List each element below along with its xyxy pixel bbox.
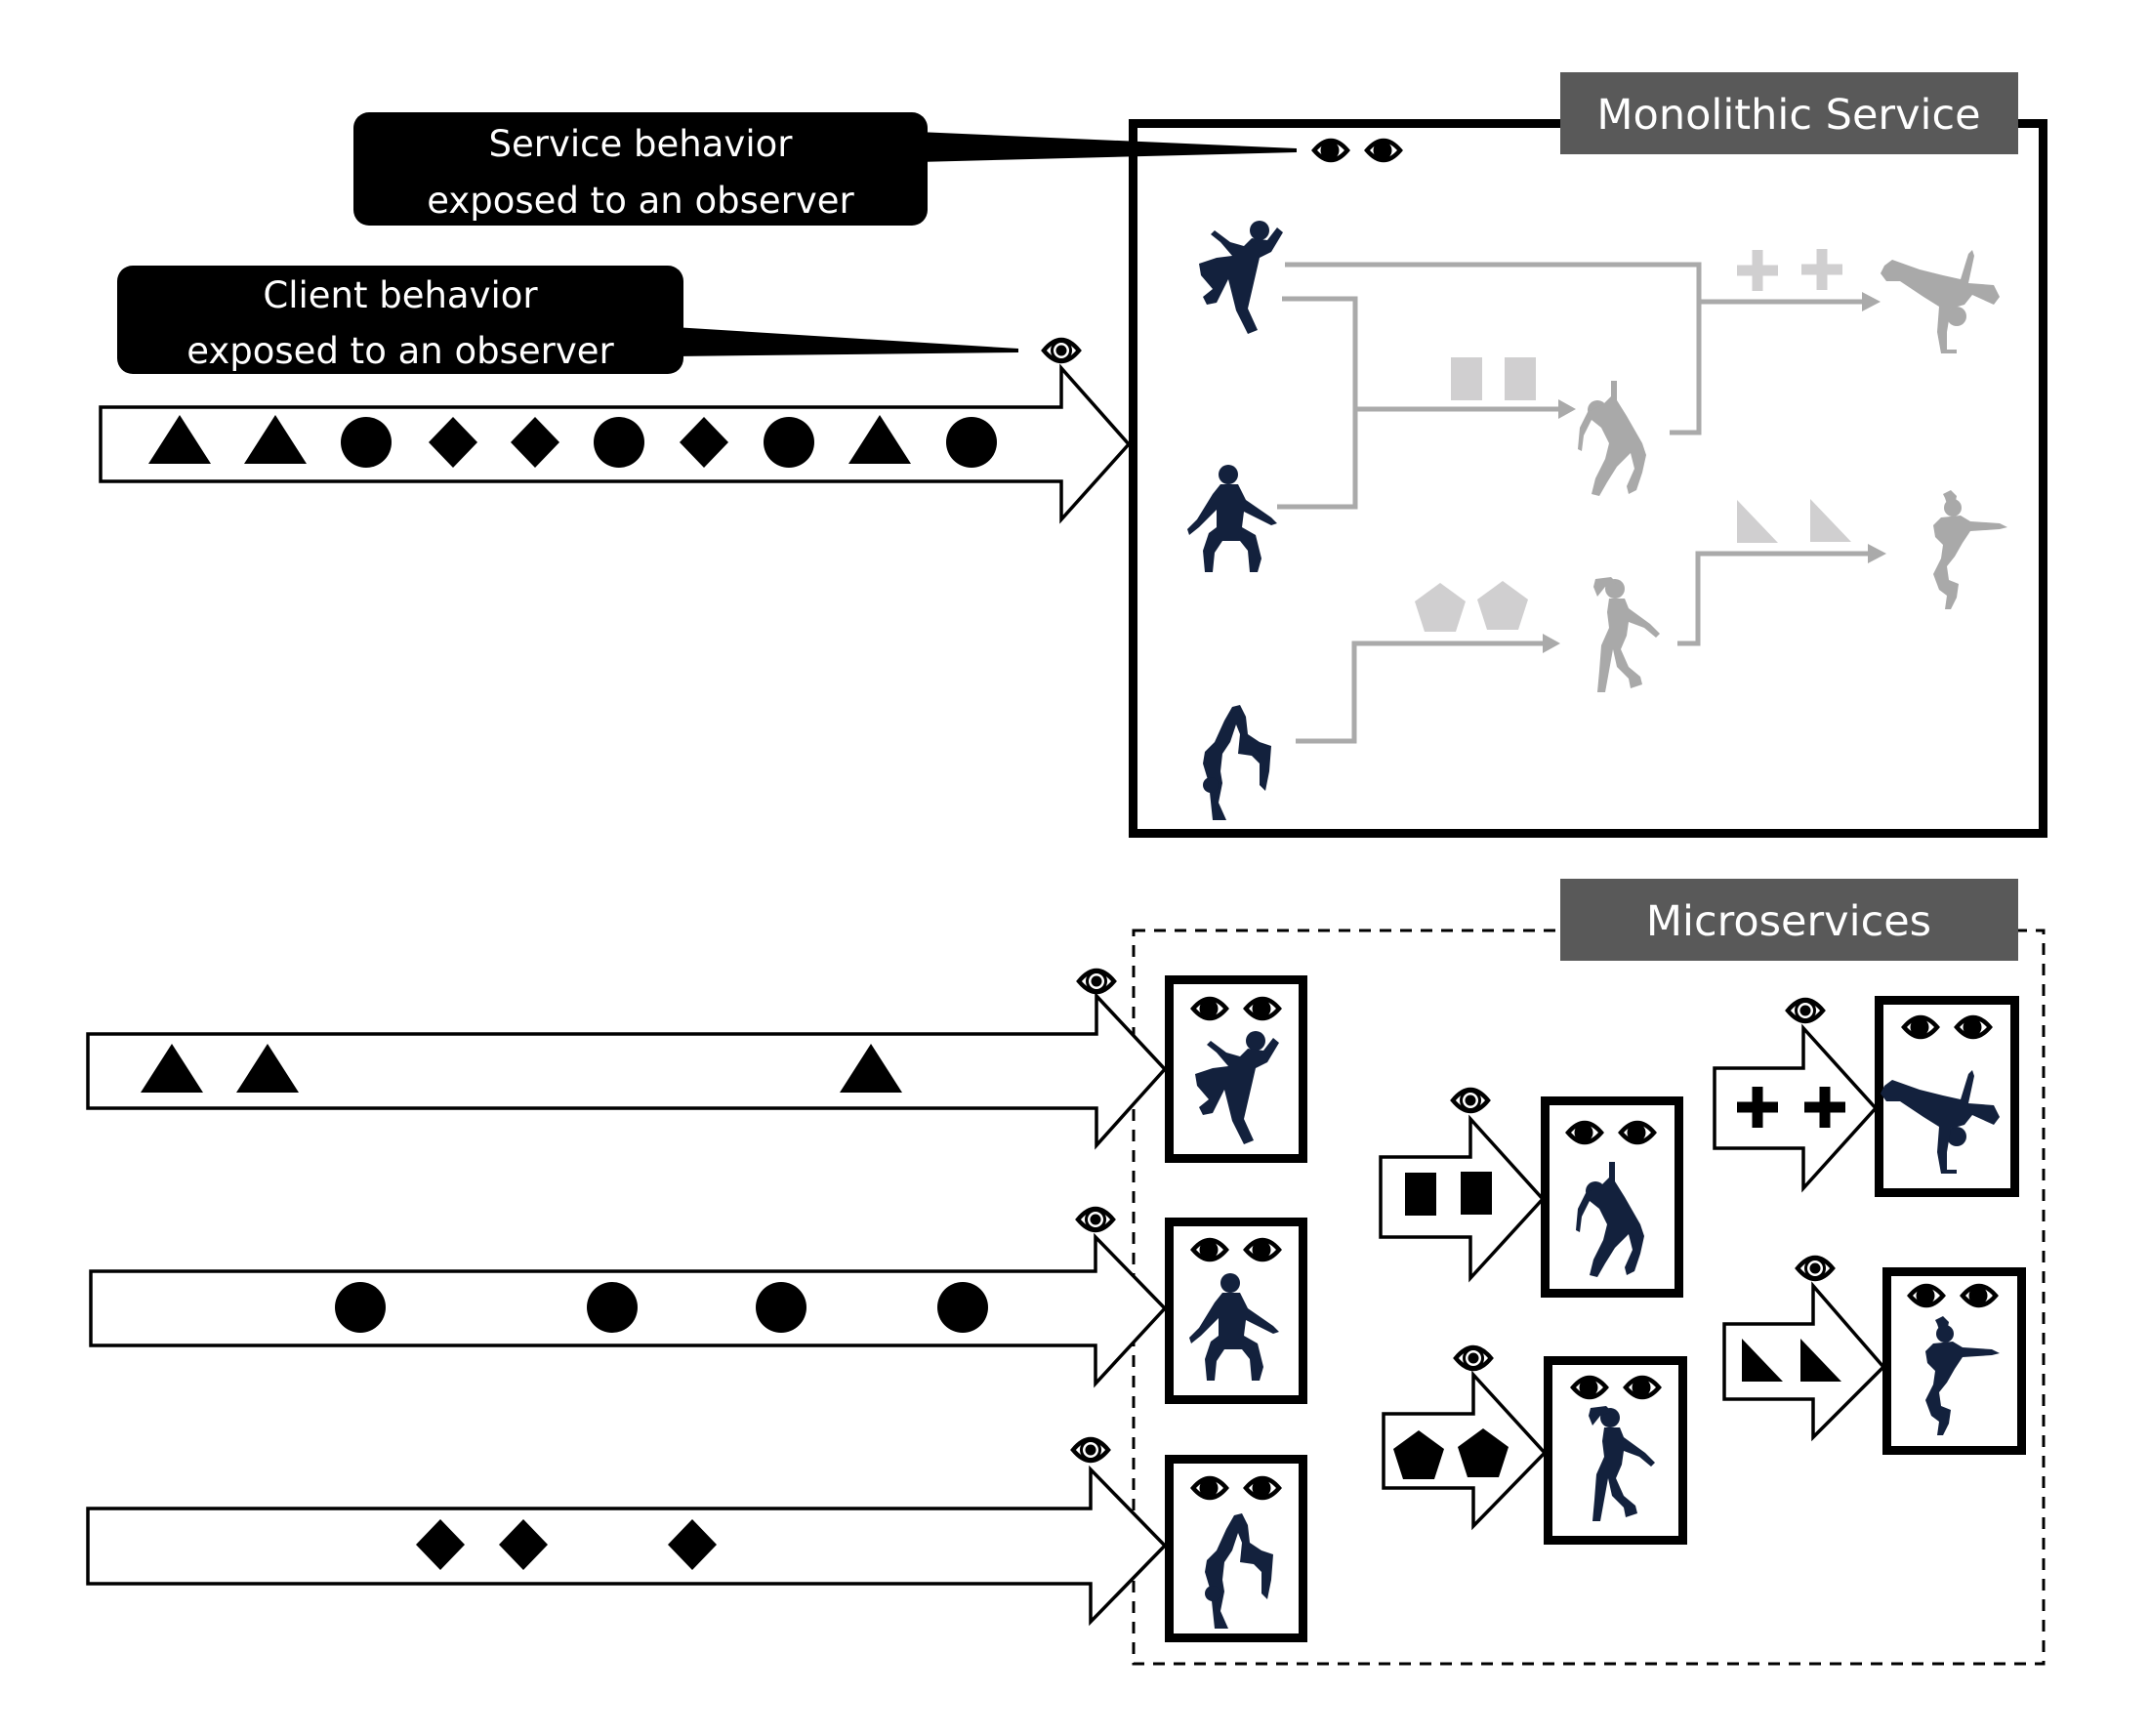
circle-request-icon xyxy=(335,1282,386,1333)
monolithic-service-box xyxy=(1129,119,2047,838)
kick-dancer-icon xyxy=(1199,221,1283,334)
client-callout-pointer xyxy=(674,327,1018,356)
message-arrow-squares xyxy=(1379,1090,1546,1283)
client-eye-icon xyxy=(1079,971,1114,992)
flow-line-ponytail-to-leaping xyxy=(1677,551,1870,646)
client-stream-arrow xyxy=(86,991,1168,1150)
client-stream-circles xyxy=(89,1209,1168,1388)
backbend-dancer-icon xyxy=(1203,705,1271,820)
circle-request-icon xyxy=(756,1282,806,1333)
monolithic-internal-flows xyxy=(1277,262,1870,744)
message-arrow-right-triangles xyxy=(1722,1258,1886,1442)
message-eye-icon xyxy=(1453,1090,1488,1111)
microservice-ponytail xyxy=(1544,1356,1687,1545)
microservice-backbend xyxy=(1165,1455,1307,1642)
circle-request-icon xyxy=(341,417,392,468)
message-eye-icon xyxy=(1456,1347,1491,1369)
service-callout-line2: exposed to an observer xyxy=(427,180,854,222)
right-triangle-message-icon xyxy=(1810,499,1851,542)
plus-message-icon xyxy=(1737,250,1778,291)
client-callout-line1: Client behavior xyxy=(263,274,538,316)
monolithic-flow-arrowheads xyxy=(1543,292,1886,653)
service-behavior-callout: Service behavior exposed to an observer xyxy=(353,112,1297,226)
client-eye-icon xyxy=(1078,1209,1113,1230)
monolithic-section: Monolithic Service Service behavior expo… xyxy=(99,72,2047,838)
microservice-box xyxy=(1165,1455,1307,1642)
message-eye-icon xyxy=(1798,1258,1833,1279)
arrowhead-to-falling xyxy=(1558,399,1576,419)
flow-line-backbend-to-ponytail xyxy=(1296,641,1545,744)
microservices-label: Microservices xyxy=(1646,897,1931,946)
microservice-falling xyxy=(1541,1096,1683,1298)
microservice-leaping xyxy=(1882,1267,2026,1455)
pentagon-message-icon xyxy=(1477,581,1528,630)
client-eye-icon xyxy=(1044,340,1079,361)
ponytail-dancer-icon xyxy=(1593,577,1660,692)
square-message-icon xyxy=(1505,357,1536,400)
square-message-icon xyxy=(1461,1172,1492,1215)
circle-request-icon xyxy=(946,417,997,468)
leaping-dancer-icon xyxy=(1933,490,2007,609)
falling-dancer-icon xyxy=(1578,381,1646,496)
architecture-diagram: Monolithic Service Service behavior expo… xyxy=(86,72,2047,1666)
microservice-kick xyxy=(1165,975,1307,1163)
message-arrow-pentagons xyxy=(1382,1347,1548,1531)
client-callout-line2: exposed to an observer xyxy=(186,330,614,372)
service-callout-pointer xyxy=(918,132,1297,162)
service-callout-line1: Service behavior xyxy=(489,123,794,165)
right-triangle-message-icon xyxy=(1737,500,1778,543)
crouch-dancer-icon xyxy=(1187,465,1277,572)
square-message-icon xyxy=(1405,1173,1436,1216)
microservice-crouch xyxy=(1165,1218,1307,1404)
arrowhead-to-ponytail xyxy=(1543,634,1560,653)
client-eye-icon xyxy=(1073,1439,1108,1461)
microservice-breakdance xyxy=(1875,996,2019,1197)
arrowhead-to-breakdance xyxy=(1862,292,1881,311)
microservices-section: Microservices xyxy=(86,879,2046,1666)
monolithic-service-label: Monolithic Service xyxy=(1596,91,1980,140)
flow-line-kick-crouch-to-falling xyxy=(1277,296,1560,510)
circle-request-icon xyxy=(594,417,644,468)
square-message-icon xyxy=(1451,357,1482,400)
breakdance-dancer-icon xyxy=(1881,250,2000,353)
client-behavior-callout: Client behavior exposed to an observer xyxy=(117,266,1018,374)
circle-request-icon xyxy=(587,1282,638,1333)
circle-request-icon xyxy=(937,1282,988,1333)
client-stream-triangles xyxy=(86,971,1168,1150)
arrowhead-to-leaping xyxy=(1868,544,1886,563)
client-stream-arrow xyxy=(86,1465,1168,1627)
plus-message-icon xyxy=(1801,249,1842,290)
circle-request-icon xyxy=(764,417,814,468)
pentagon-message-icon xyxy=(1415,583,1466,632)
message-eye-icon xyxy=(1788,1000,1823,1021)
service-eyes-icon xyxy=(1314,140,1400,161)
client-stream-diamonds xyxy=(86,1439,1168,1627)
message-arrow-plus xyxy=(1713,1000,1879,1193)
